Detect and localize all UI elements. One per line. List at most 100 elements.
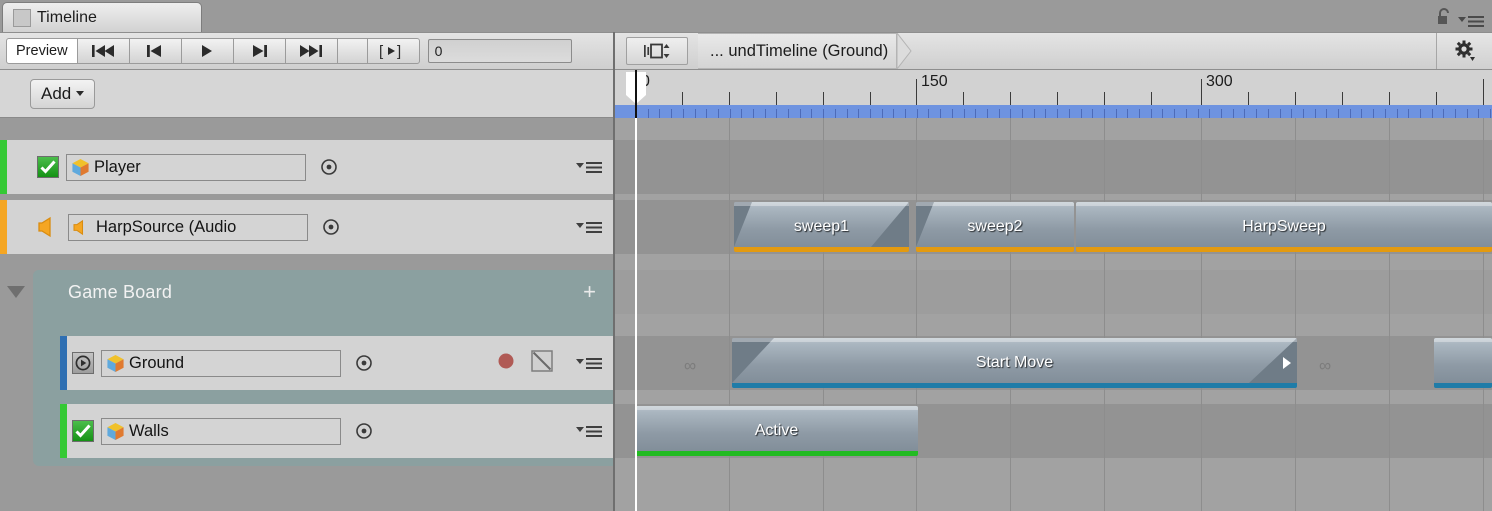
track-toggle-walls[interactable] bbox=[72, 420, 94, 442]
play-button[interactable] bbox=[181, 38, 234, 64]
ruler-subtick bbox=[1350, 109, 1351, 118]
tab-timeline[interactable]: Timeline bbox=[2, 2, 202, 32]
grid-line bbox=[1010, 118, 1011, 511]
track-toggle-player[interactable] bbox=[37, 156, 59, 178]
track-toggle-harpsource[interactable] bbox=[37, 216, 63, 238]
playback-toolbar: Preview [ ] 0 bbox=[0, 32, 614, 70]
lock-open-icon[interactable] bbox=[1436, 8, 1452, 26]
clip-sweep2[interactable]: sweep2 bbox=[916, 202, 1074, 252]
group-title-label: Game Board bbox=[68, 282, 172, 303]
frame-number-input[interactable]: 0 bbox=[428, 39, 572, 63]
track-color-harpsource bbox=[0, 200, 7, 254]
clip-HarpSweep[interactable]: HarpSweep bbox=[1076, 202, 1492, 252]
group-header-game-board[interactable]: Game Board + bbox=[33, 270, 614, 314]
ruler-subtick bbox=[1443, 109, 1444, 118]
ruler-tick bbox=[916, 79, 917, 105]
ruler-tick bbox=[1104, 92, 1105, 105]
checkmark-icon bbox=[75, 424, 91, 438]
ruler-subtick bbox=[917, 109, 918, 118]
ruler-subtick bbox=[1397, 109, 1398, 118]
ruler-subtick bbox=[905, 109, 906, 118]
timeline-clips-panel[interactable]: sweep1sweep2HarpSweepStart Move∞∞Active bbox=[614, 118, 1492, 511]
clip-Start Move[interactable]: Start Move bbox=[732, 338, 1297, 388]
clip-highlight bbox=[732, 338, 1297, 342]
ruler-subtick bbox=[706, 109, 707, 118]
time-ruler[interactable]: 0150300 bbox=[614, 70, 1492, 118]
ruler-subtick bbox=[1045, 109, 1046, 118]
breadcrumb[interactable]: ... undTimeline (Ground) bbox=[698, 33, 1492, 69]
track-target-icon-player[interactable] bbox=[320, 158, 338, 176]
track-menu-icon-harpsource[interactable] bbox=[576, 220, 602, 234]
clip-highlight bbox=[916, 202, 1074, 206]
track-name-field-ground[interactable]: Ground bbox=[101, 350, 341, 377]
clip-row-player[interactable] bbox=[614, 140, 1492, 194]
ruler-tick bbox=[823, 92, 824, 105]
ruler-tick bbox=[682, 92, 683, 105]
clip-label: Start Move bbox=[976, 354, 1053, 372]
ruler-subtick bbox=[1198, 109, 1199, 118]
ruler-subtick bbox=[1280, 109, 1281, 118]
panel-splitter[interactable] bbox=[613, 32, 615, 511]
previous-frame-button[interactable] bbox=[129, 38, 182, 64]
ruler-subtick bbox=[1303, 109, 1304, 118]
timeline-mode-icon bbox=[644, 43, 670, 59]
track-target-icon-walls[interactable] bbox=[355, 422, 373, 440]
timeline-settings-button[interactable] bbox=[1436, 33, 1492, 69]
ruler-subtick bbox=[987, 109, 988, 118]
track-target-icon-ground[interactable] bbox=[355, 354, 373, 372]
clip-underline bbox=[732, 383, 1297, 388]
breadcrumb-label[interactable]: ... undTimeline (Ground) bbox=[698, 33, 897, 69]
speaker-icon bbox=[73, 219, 92, 236]
play-range-button[interactable]: [ ] bbox=[367, 38, 420, 64]
track-header-ground[interactable]: Ground bbox=[60, 336, 614, 390]
next-frame-button[interactable] bbox=[233, 38, 286, 64]
ruler-tick bbox=[963, 92, 964, 105]
ruler-subtick bbox=[1478, 109, 1479, 118]
track-name-field-walls[interactable]: Walls bbox=[101, 418, 341, 445]
clip-Active[interactable]: Active bbox=[635, 406, 918, 456]
track-record-icon-ground[interactable] bbox=[497, 352, 515, 375]
clip-highlight bbox=[734, 202, 909, 206]
track-toggle-ground[interactable] bbox=[72, 352, 94, 374]
animation-curves-icon-ground[interactable] bbox=[531, 350, 553, 377]
track-menu-icon-walls[interactable] bbox=[576, 424, 602, 438]
clip-unnamed[interactable] bbox=[1434, 338, 1492, 388]
ruler-subtick bbox=[1127, 109, 1128, 118]
track-menu-icon-ground[interactable] bbox=[576, 356, 602, 370]
add-track-button[interactable]: Add bbox=[30, 79, 95, 109]
cube-icon bbox=[106, 422, 125, 441]
timeline-mode-button[interactable] bbox=[626, 37, 688, 65]
ruler-subtick bbox=[788, 109, 789, 118]
ruler-subtick bbox=[1010, 109, 1011, 118]
track-name-field-player[interactable]: Player bbox=[66, 154, 306, 181]
checkmark-icon bbox=[40, 160, 56, 174]
ruler-subtick bbox=[882, 109, 883, 118]
preview-button[interactable]: Preview bbox=[6, 38, 78, 64]
track-name-field-harpsource[interactable]: HarpSource (Audio bbox=[68, 214, 308, 241]
track-header-harpsource[interactable]: HarpSource (Audio bbox=[0, 200, 614, 254]
track-header-player[interactable]: Player bbox=[0, 140, 614, 194]
ruler-tick bbox=[776, 92, 777, 105]
track-color-walls bbox=[60, 404, 67, 458]
go-to-end-button[interactable] bbox=[285, 38, 338, 64]
ruler-subtick bbox=[811, 109, 812, 118]
clip-sweep1[interactable]: sweep1 bbox=[734, 202, 909, 252]
ruler-subtick bbox=[1069, 109, 1070, 118]
ruler-subtick bbox=[800, 109, 801, 118]
go-to-start-button[interactable] bbox=[77, 38, 130, 64]
track-menu-icon-player[interactable] bbox=[576, 160, 602, 174]
ruler-subtick bbox=[1022, 109, 1023, 118]
group-add-icon[interactable]: + bbox=[583, 281, 596, 303]
kebab-menu-icon[interactable] bbox=[1458, 14, 1484, 28]
ruler-subtick bbox=[1116, 109, 1117, 118]
ruler-subtick bbox=[1432, 109, 1433, 118]
ruler-subtick bbox=[1174, 109, 1175, 118]
ruler-subtick bbox=[765, 109, 766, 118]
timeline-window: Timeline Preview bbox=[0, 0, 1492, 511]
clip-row-divider-4 bbox=[614, 390, 1492, 404]
track-header-walls[interactable]: Walls bbox=[60, 404, 614, 458]
track-target-icon-harpsource[interactable] bbox=[322, 218, 340, 236]
group-foldout-icon[interactable] bbox=[7, 286, 25, 298]
ruler-tick bbox=[1201, 79, 1202, 105]
ruler-subtick bbox=[753, 109, 754, 118]
